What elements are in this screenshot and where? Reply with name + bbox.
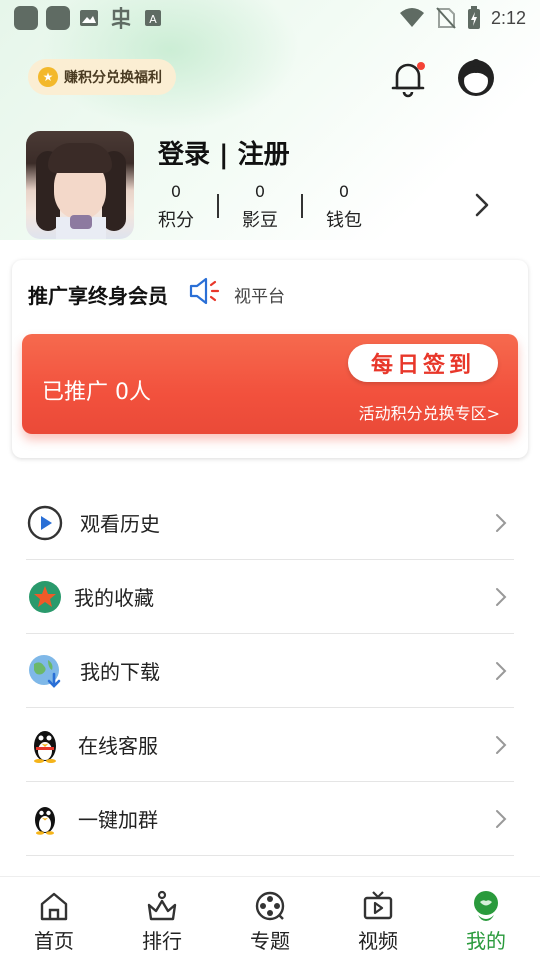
status-bar: A 2:12 — [0, 0, 540, 36]
star-icon: ★ — [38, 67, 58, 87]
stat-value: 0 — [170, 182, 182, 201]
menu-label: 我的下载 — [80, 660, 160, 684]
stat-value: 0 — [254, 182, 266, 201]
nav-mine[interactable]: 我的 — [432, 877, 540, 960]
speaker-icon — [189, 277, 220, 305]
nav-label: 排行 — [142, 929, 182, 953]
chevron-right-icon — [496, 661, 507, 680]
menu-list: 观看历史 我的收藏 我的下载 在线客服 一键加群 — [26, 486, 514, 856]
promo-card: 推广享终身会员 视平台 已推广 0人 每日签到 活动积分兑换专区> — [12, 260, 528, 458]
stat-value: 0 — [338, 182, 350, 201]
user-stats: 0 积分 0 影豆 0 钱包 — [152, 182, 368, 232]
app-icon — [14, 6, 38, 30]
nav-home[interactable]: 首页 — [0, 877, 108, 960]
chevron-right-icon — [496, 587, 507, 606]
svg-text:A: A — [149, 13, 157, 26]
stat-points[interactable]: 0 积分 — [152, 182, 200, 232]
battery-charging-icon — [467, 6, 480, 29]
chevron-right-icon — [496, 513, 507, 532]
chevron-right-icon — [496, 735, 507, 754]
home-icon — [40, 892, 68, 921]
menu-label: 观看历史 — [80, 512, 160, 536]
bell-icon[interactable] — [388, 58, 428, 98]
daily-checkin-button[interactable]: 每日签到 — [348, 344, 498, 382]
image-icon — [80, 10, 98, 26]
stat-divider — [301, 194, 303, 218]
earn-points-pill[interactable]: ★ 赚积分兑换福利 — [28, 59, 176, 95]
menu-item-history[interactable]: 观看历史 — [26, 486, 514, 560]
penguin-icon — [34, 730, 56, 763]
nav-label: 专题 — [250, 929, 290, 953]
stat-divider — [217, 194, 219, 218]
bottom-nav: 首页 排行 专题 视频 我的 — [0, 876, 540, 960]
tv-icon — [363, 891, 393, 920]
penguin-icon — [35, 806, 55, 835]
app-icon — [46, 6, 70, 30]
play-circle-icon — [27, 505, 63, 540]
nav-video[interactable]: 视频 — [324, 877, 432, 960]
stat-wallet[interactable]: 0 钱包 — [320, 182, 368, 232]
wifi-icon — [399, 8, 424, 27]
promo-title: 推广享终身会员 — [28, 284, 168, 308]
stat-beans[interactable]: 0 影豆 — [236, 182, 284, 232]
chevron-right-icon — [496, 809, 507, 828]
menu-item-join-group[interactable]: 一键加群 — [26, 782, 514, 856]
stat-label: 积分 — [158, 210, 194, 231]
stat-label: 影豆 — [242, 210, 278, 231]
bug-icon — [111, 7, 131, 29]
login-register-link[interactable]: 登录 | 注册 — [158, 134, 290, 171]
promo-banner[interactable]: 已推广 0人 每日签到 活动积分兑换专区> — [22, 334, 518, 434]
chevron-right-icon[interactable] — [470, 190, 492, 220]
user-avatar[interactable] — [26, 131, 134, 239]
nav-topics[interactable]: 专题 — [216, 877, 324, 960]
nav-ranking[interactable]: 排行 — [108, 877, 216, 960]
menu-label: 一键加群 — [78, 808, 158, 832]
globe-download-icon — [29, 654, 61, 688]
nav-label: 视频 — [358, 929, 398, 953]
menu-item-favorites[interactable]: 我的收藏 — [26, 560, 514, 634]
marquee-text: 视平台 — [234, 287, 285, 307]
customer-service-icon[interactable] — [456, 58, 496, 98]
invited-count: 已推广 0人 — [42, 380, 151, 405]
menu-item-downloads[interactable]: 我的下载 — [26, 634, 514, 708]
star-badge-icon — [29, 580, 61, 613]
earn-points-label: 赚积分兑换福利 — [64, 70, 162, 86]
stat-label: 钱包 — [326, 210, 362, 231]
nav-label: 首页 — [34, 929, 74, 953]
menu-label: 在线客服 — [78, 734, 158, 758]
film-reel-icon — [255, 891, 285, 921]
profile-icon — [474, 891, 498, 921]
no-sim-icon — [436, 7, 456, 29]
points-exchange-link[interactable]: 活动积分兑换专区> — [359, 400, 500, 424]
nav-label: 我的 — [466, 929, 506, 953]
font-icon: A — [145, 10, 161, 26]
ranking-icon — [147, 890, 177, 921]
status-time: 2:12 — [490, 7, 526, 28]
menu-label: 我的收藏 — [74, 586, 154, 610]
menu-item-support[interactable]: 在线客服 — [26, 708, 514, 782]
